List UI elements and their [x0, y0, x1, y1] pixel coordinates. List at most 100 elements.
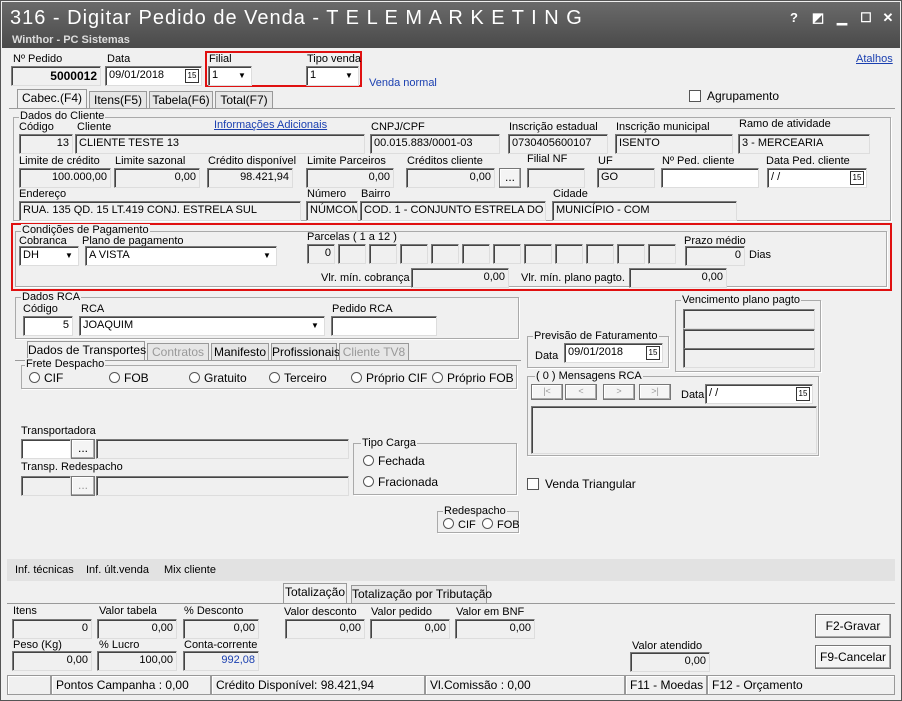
radio-icon	[363, 476, 374, 487]
cred-cliente-field: 0,00	[406, 168, 495, 188]
peso-label: Peso (Kg)	[13, 639, 62, 651]
credito-field: 98.421,94	[207, 168, 293, 188]
radio-icon	[482, 518, 493, 529]
close-icon[interactable]: ✕	[880, 10, 896, 26]
title-bar: 316 - Digitar Pedido de Venda - T E L E …	[2, 2, 900, 48]
bottom-tab-divider	[7, 603, 895, 604]
tab-manifesto[interactable]: Manifesto	[211, 343, 269, 361]
pedido-label: Nº Pedido	[13, 53, 63, 65]
transportadora-lookup-button[interactable]: ...	[71, 439, 95, 459]
parcela-field	[462, 244, 490, 264]
peso-field: 0,00	[12, 651, 92, 671]
rca-codigo-input[interactable]: 5	[23, 316, 73, 336]
plano-select[interactable]: A VISTA ▼	[85, 246, 277, 266]
help-icon[interactable]: ?	[786, 10, 802, 26]
inf-tecnicas-link[interactable]: Inf. técnicas	[15, 564, 74, 576]
redespacho-codigo-input[interactable]	[21, 476, 71, 496]
fechada-radio[interactable]: Fechada	[363, 454, 425, 468]
previsao-data-input[interactable]: 09/01/2018 15	[564, 343, 663, 363]
frete-option-label: CIF	[44, 371, 64, 385]
mensagens-data-input[interactable]: / / 15	[705, 384, 813, 404]
parcela-field	[524, 244, 552, 264]
calendar-icon[interactable]: 15	[185, 69, 199, 83]
info-adicionais-link[interactable]: Informações Adicionais	[214, 119, 327, 131]
mensagens-textarea[interactable]	[531, 406, 817, 454]
restore-icon[interactable]: ◩	[810, 10, 826, 26]
sazonal-label: Limite sazonal	[115, 155, 186, 167]
parcela-field	[369, 244, 397, 264]
maximize-icon[interactable]: ☐	[858, 10, 874, 26]
tab-cabec[interactable]: Cabec.(F4)	[17, 89, 87, 109]
inf-ult-venda-link[interactable]: Inf. últ.venda	[86, 564, 149, 576]
tab-cliente-tv8[interactable]: Cliente TV8	[339, 343, 409, 361]
vencimento-field	[683, 309, 815, 329]
limite-label: Limite de crédito	[19, 155, 100, 167]
prev-msg-button[interactable]: <	[565, 384, 597, 400]
calendar-icon[interactable]: 15	[796, 387, 810, 401]
last-msg-button[interactable]: >|	[639, 384, 671, 400]
redespacho-fob-radio[interactable]: FOB	[482, 518, 520, 531]
tab-tabela[interactable]: Tabela(F6)	[149, 91, 213, 109]
vencimento-field	[683, 329, 815, 349]
radio-icon	[351, 372, 362, 383]
cnpj-label: CNPJ/CPF	[371, 121, 425, 133]
fracionada-radio[interactable]: Fracionada	[363, 475, 438, 489]
radio-icon	[432, 372, 443, 383]
parcela-field	[431, 244, 459, 264]
tab-profissionais[interactable]: Profissionais	[271, 343, 340, 361]
tab-itens[interactable]: Itens(F5)	[89, 91, 147, 109]
venda-triangular-checkbox[interactable]: Venda Triangular	[527, 477, 636, 491]
filial-nf-label: Filial NF	[527, 153, 568, 165]
redespacho-cif-radio[interactable]: CIF	[443, 518, 476, 531]
tab-contratos[interactable]: Contratos	[147, 343, 209, 361]
frete-proprio-cif-radio[interactable]: Próprio CIF	[351, 371, 427, 385]
chevron-down-icon: ▼	[263, 251, 271, 260]
venda-normal-text: Venda normal	[369, 77, 437, 89]
data-ped-input[interactable]: / / 15	[767, 168, 867, 188]
calendar-icon[interactable]: 15	[646, 346, 660, 360]
plano-value: A VISTA	[89, 249, 130, 261]
cobranca-select[interactable]: DH ▼	[19, 246, 79, 266]
next-msg-button[interactable]: >	[603, 384, 635, 400]
window-title: 316 - Digitar Pedido de Venda - T E L E …	[10, 7, 583, 29]
agrupamento-checkbox[interactable]: Agrupamento	[689, 89, 779, 103]
tab-totalizacao[interactable]: Totalização	[283, 583, 347, 603]
data-field[interactable]: 09/01/2018 15	[105, 66, 202, 86]
tipo-venda-value: 1	[310, 69, 317, 81]
pedido-rca-input[interactable]	[331, 316, 437, 336]
tab-totalizacao-tributacao[interactable]: Totalização por Tributação	[351, 585, 492, 603]
rca-group-label: Dados RCA	[21, 291, 82, 303]
tipo-venda-select[interactable]: 1 ▼	[306, 66, 359, 86]
filial-nf-field	[527, 168, 585, 188]
cancelar-button[interactable]: F9-Cancelar	[815, 645, 891, 669]
frete-fob-radio[interactable]: FOB	[109, 371, 149, 385]
ped-cliente-input[interactable]	[661, 168, 759, 188]
valor-desconto-label: Valor desconto	[284, 606, 357, 618]
redespacho-lookup-button[interactable]: ...	[71, 476, 95, 496]
frete-gratuito-radio[interactable]: Gratuito	[189, 371, 247, 385]
cred-cliente-button[interactable]: ...	[499, 168, 521, 188]
frete-proprio-fob-radio[interactable]: Próprio FOB	[432, 371, 514, 385]
calendar-icon[interactable]: 15	[850, 171, 864, 185]
parcela-field	[617, 244, 645, 264]
filial-select[interactable]: 1 ▼	[208, 66, 252, 86]
status-cell-empty	[7, 675, 51, 695]
valor-atendido-label: Valor atendido	[632, 640, 703, 652]
uf-field: GO	[597, 168, 655, 188]
tab-total[interactable]: Total(F7)	[215, 91, 273, 109]
minimize-icon[interactable]: ▁	[834, 10, 850, 26]
credito-label: Crédito disponível	[208, 155, 297, 167]
transportadora-codigo-input[interactable]	[21, 439, 71, 459]
numero-field: NÚMCOM	[306, 201, 358, 221]
gravar-button[interactable]: F2-Gravar	[815, 614, 891, 638]
mix-cliente-link[interactable]: Mix cliente	[164, 564, 216, 576]
first-msg-button[interactable]: |<	[531, 384, 563, 400]
atalhos-link[interactable]: Atalhos	[856, 53, 893, 65]
chevron-down-icon: ▼	[65, 251, 73, 260]
transportadora-label: Transportadora	[21, 425, 96, 437]
frete-cif-radio[interactable]: CIF	[29, 371, 63, 385]
rca-select[interactable]: JOAQUIM ▼	[79, 316, 325, 336]
valor-tabela-label: Valor tabela	[99, 605, 157, 617]
rca-codigo-label: Código	[23, 303, 58, 315]
frete-terceiro-radio[interactable]: Terceiro	[269, 371, 327, 385]
